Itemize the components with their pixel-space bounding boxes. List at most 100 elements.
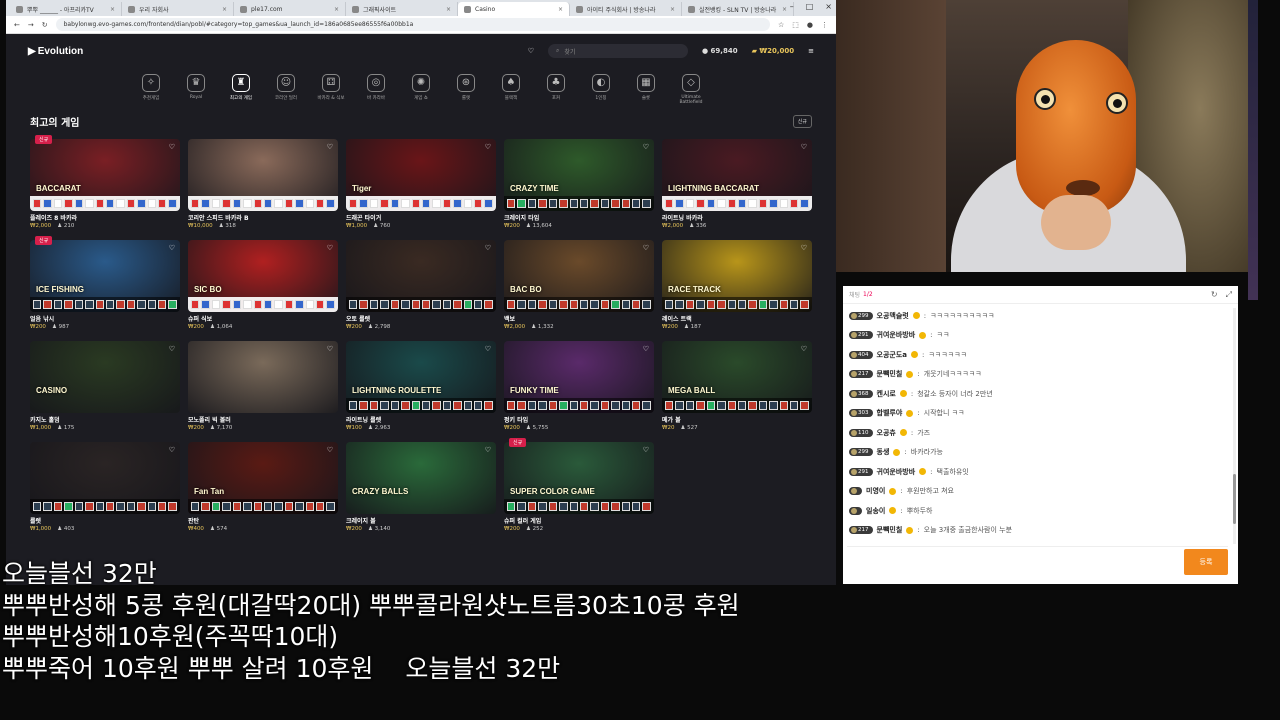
game-thumbnail[interactable]: RACE TRACK ♡ [662,240,812,312]
chat-nickname[interactable]: 오공츄 [877,428,896,438]
bookmark-star-icon[interactable]: ☆ [778,21,784,29]
favorite-heart-icon[interactable]: ♡ [327,143,333,151]
game-card[interactable]: 신규 BACCARAT ♡ 플레이즈 8 바카라 ₩2,000 ♟ 210 [30,135,180,233]
reload-icon[interactable]: ↻ [42,21,48,29]
game-thumbnail[interactable]: LIGHTNING ROULETTE ♡ [346,341,496,413]
chat-nickname[interactable]: 귀여운바방바 [877,330,916,340]
refresh-icon[interactable]: ↻ [1211,290,1218,300]
game-thumbnail[interactable]: Tiger ♡ [346,139,496,211]
tab-close-icon[interactable]: × [670,6,675,13]
category-item[interactable]: ☺ 코리안 딜러 [268,74,305,101]
favorite-heart-icon[interactable]: ♡ [485,446,491,454]
chat-scrollbar[interactable] [1233,308,1236,544]
profile-icon[interactable]: ● [807,21,813,29]
favorite-heart-icon[interactable]: ♡ [643,345,649,353]
favorite-heart-icon[interactable]: ♡ [485,244,491,252]
favorite-heart-icon[interactable]: ♡ [643,244,649,252]
category-item[interactable]: ✺ 게임 쇼 [403,74,440,101]
favorite-heart-icon[interactable]: ♡ [169,446,175,454]
favorites-heart-icon[interactable]: ♡ [528,47,534,55]
favorite-heart-icon[interactable]: ♡ [485,345,491,353]
browser-tab[interactable]: 우리 자회사 × [122,2,234,16]
game-thumbnail[interactable]: BAC BO ♡ [504,240,654,312]
game-thumbnail[interactable]: LIGHTNING BACCARAT ♡ [662,139,812,211]
game-card[interactable]: Tiger ♡ 드래곤 타이거 ₩1,000 ♟ 760 [346,139,496,233]
browser-tab[interactable]: 실전뱅킹 - SLN TV | 방송나라 × [682,2,794,16]
browser-tab[interactable]: 아이티 주식회사 | 방송나라 × [570,2,682,16]
game-card[interactable]: Fan Tan ♡ 판탄 ₩400 ♟ 574 [188,442,338,536]
category-item[interactable]: ⚃ 바카라 & 식보 [313,74,350,101]
game-card[interactable]: BAC BO ♡ 백보 ₩2,000 ♟ 1,332 [504,240,654,334]
url-field[interactable]: babylonwg.evo-games.com/frontend/dian/po… [55,18,770,31]
close-window-icon[interactable]: × [825,2,832,11]
search-input[interactable]: ⌕ 찾기 [548,44,688,58]
game-thumbnail[interactable]: CRAZY BALLS ♡ [346,442,496,514]
favorite-heart-icon[interactable]: ♡ [169,244,175,252]
game-card[interactable]: CRAZY BALLS ♡ 크레이지 볼 ₩200 ♟ 3,140 [346,442,496,536]
tab-close-icon[interactable]: × [222,6,227,13]
chat-nickname[interactable]: 미영이 [866,486,885,496]
chat-nickname[interactable]: 합벨루야 [877,408,903,418]
new-filter-button[interactable]: 신규 [792,115,812,128]
browser-tab[interactable]: ple17.com × [234,2,346,16]
tab-close-icon[interactable]: × [782,6,787,13]
favorite-heart-icon[interactable]: ♡ [327,244,333,252]
game-card[interactable]: SIC BO ♡ 슈퍼 식보 ₩200 ♟ 1,064 [188,240,338,334]
chat-nickname[interactable]: 켄시로 [877,389,896,399]
favorite-heart-icon[interactable]: ♡ [327,446,333,454]
forward-icon[interactable]: → [28,21,34,29]
category-item[interactable]: ♜ 최고의 게임 [223,74,260,101]
game-thumbnail[interactable]: ♡ [346,240,496,312]
extensions-icon[interactable]: ⬚ [792,21,799,29]
hamburger-menu-icon[interactable]: ≡ [808,47,814,55]
favorite-heart-icon[interactable]: ♡ [169,345,175,353]
favorite-heart-icon[interactable]: ♡ [801,244,807,252]
chat-nickname[interactable]: 일송이 [866,506,885,516]
game-thumbnail[interactable]: SIC BO ♡ [188,240,338,312]
game-thumbnail[interactable]: CRAZY TIME ♡ [504,139,654,211]
game-card[interactable]: ♡ 코리안 스피드 바카라 B ₩10,000 ♟ 318 [188,139,338,233]
evolution-logo[interactable]: ▶ Evolution [28,46,83,57]
game-thumbnail[interactable]: Fan Tan ♡ [188,442,338,514]
chat-nickname[interactable]: 문빽민칠 [877,369,903,379]
game-card[interactable]: RACE TRACK ♡ 레이스 트랙 ₩200 ♟ 187 [662,240,812,334]
game-thumbnail[interactable]: ♡ [188,139,338,211]
tab-close-icon[interactable]: × [110,6,115,13]
game-thumbnail[interactable]: CASINO ♡ [30,341,180,413]
game-thumbnail[interactable]: ICE FISHING ♡ [30,240,180,312]
browser-tab[interactable]: 그래픽사이트 × [346,2,458,16]
game-thumbnail[interactable]: SUPER COLOR GAME ♡ [504,442,654,514]
game-thumbnail[interactable]: ♡ [188,341,338,413]
chat-nickname[interactable]: 문빽민칠 [877,525,903,535]
category-item[interactable]: ⊛ 룰렛 [448,74,485,101]
game-thumbnail[interactable]: MEGA BALL ♡ [662,341,812,413]
category-item[interactable]: ♛ Royal [178,74,215,100]
game-thumbnail[interactable]: BACCARAT ♡ [30,139,180,211]
game-thumbnail[interactable]: FUNKY TIME ♡ [504,341,654,413]
chat-nickname[interactable]: 오공맥슬럿 [877,311,909,321]
favorite-heart-icon[interactable]: ♡ [643,446,649,454]
browser-tab[interactable]: 뿌뿌 ______ - 아프리카TV × [10,2,122,16]
game-card[interactable]: ♡ 모노폴리 빅 볼러 ₩200 ♟ 7,170 [188,341,338,435]
tab-close-icon[interactable]: × [334,6,339,13]
menu-icon[interactable]: ⋮ [821,21,828,29]
browser-tab[interactable]: Casino × [458,2,570,16]
tab-close-icon[interactable]: × [446,6,451,13]
game-card[interactable]: LIGHTNING ROULETTE ♡ 라이트닝 룰렛 ₩100 ♟ 2,963 [346,341,496,435]
game-card[interactable]: ♡ 오토 룰렛 ₩200 ♟ 2,798 [346,240,496,334]
favorite-heart-icon[interactable]: ♡ [169,143,175,151]
category-item[interactable]: ◐ 1인칭 [583,74,620,101]
game-card[interactable]: ♡ 룰렛 ₩1,000 ♟ 403 [30,442,180,536]
chat-nickname[interactable]: 귀여운바방바 [877,467,916,477]
game-card[interactable]: 신규 ICE FISHING ♡ 얼음 낚시 ₩200 ♟ 987 [30,236,180,334]
maximize-icon[interactable]: □ [806,2,814,11]
minimize-icon[interactable]: – [790,2,794,11]
chat-nickname[interactable]: 오공군도a [877,350,907,360]
category-item[interactable]: ◇ Ultimate Battlefield [673,74,710,105]
game-card[interactable]: CRAZY TIME ♡ 크레이지 타임 ₩200 ♟ 13,604 [504,139,654,233]
favorite-heart-icon[interactable]: ♡ [327,345,333,353]
back-icon[interactable]: ← [14,21,20,29]
category-item[interactable]: ▦ 슬롯 [628,74,665,101]
chat-scrollbar-thumb[interactable] [1233,474,1236,524]
favorite-heart-icon[interactable]: ♡ [485,143,491,151]
